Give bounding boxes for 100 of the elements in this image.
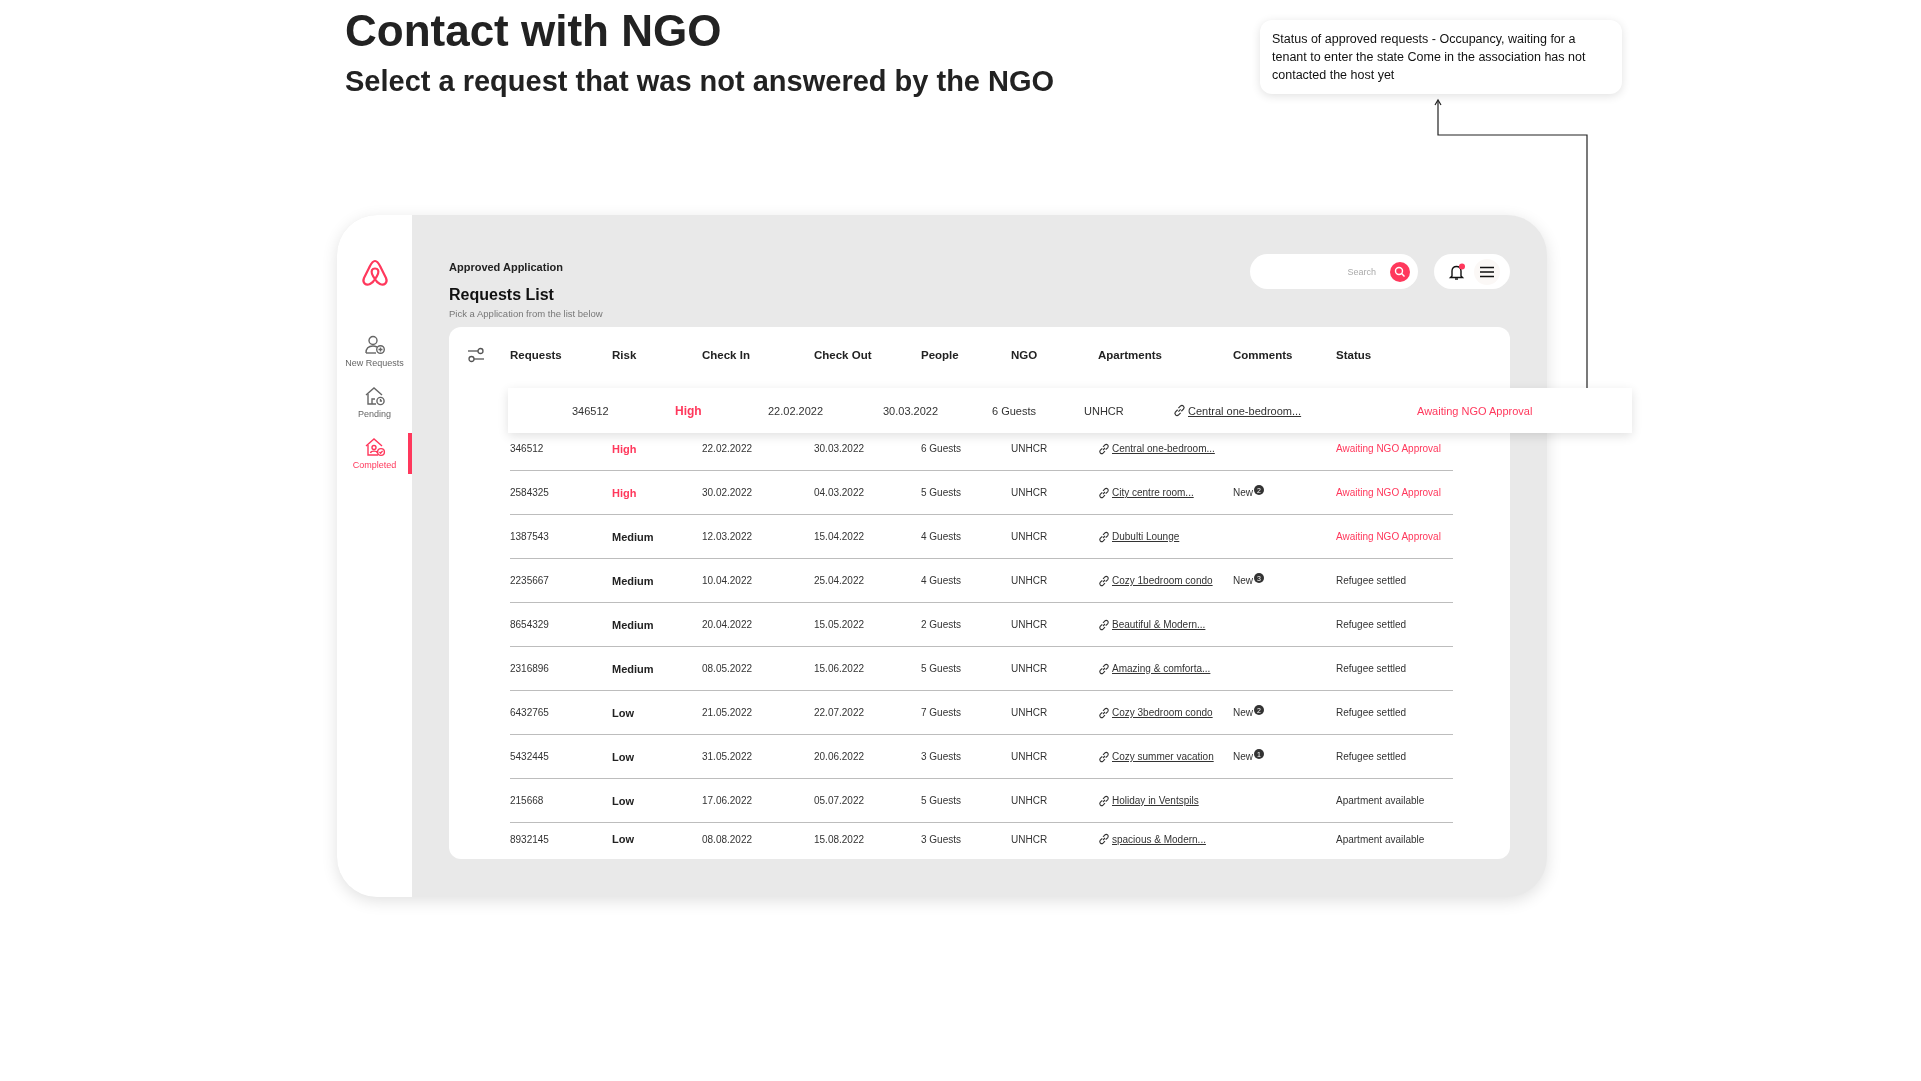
column-header[interactable]: People [921, 348, 1011, 361]
people-count: 5 Guests [921, 487, 962, 498]
ngo-name: UNHCR [1011, 663, 1048, 674]
apartment-link[interactable]: spacious & Modern... [1112, 833, 1206, 845]
apartment-link[interactable]: Cozy summer vacation [1112, 751, 1214, 762]
request-id: 2316896 [510, 663, 549, 674]
risk-level: High [612, 486, 637, 499]
link-icon [1098, 618, 1110, 631]
ngo-name: UNHCR [1011, 707, 1048, 718]
people-count: 5 Guests [921, 663, 962, 674]
check-out-date: 30.03.2022 [883, 404, 939, 417]
apartment-link[interactable]: Amazing & comforta... [1112, 663, 1211, 674]
request-status: Refugee settled [1336, 575, 1407, 586]
risk-level: Low [612, 750, 634, 763]
risk-level: Medium [612, 618, 654, 631]
people-count: 3 Guests [921, 751, 962, 762]
link-icon [1098, 662, 1110, 675]
risk-level: Low [612, 794, 634, 807]
apartment-link[interactable]: Central one-bedroom... [1112, 443, 1215, 454]
risk-level: High [612, 442, 637, 455]
ngo-name: UNHCR [1011, 487, 1048, 498]
ngo-name: UNHCR [1011, 751, 1048, 762]
people-count: 6 Guests [921, 443, 962, 454]
request-status: Apartment available [1336, 795, 1425, 806]
check-out-date: 15.06.2022 [814, 663, 865, 674]
house-user-icon [363, 437, 386, 457]
people-count: 4 Guests [921, 575, 962, 586]
check-out-date: 22.07.2022 [814, 707, 865, 718]
apartment-link[interactable]: Beautiful & Modern... [1112, 619, 1206, 630]
comment-label: New [1233, 751, 1253, 762]
request-id: 346512 [572, 404, 609, 417]
request-id: 8932145 [510, 833, 549, 845]
page-title: Contact with NGO [345, 6, 722, 56]
check-out-date: 15.08.2022 [814, 833, 865, 845]
check-out-date: 25.04.2022 [814, 575, 865, 586]
check-out-date: 15.05.2022 [814, 619, 865, 630]
column-header[interactable]: Status [1336, 348, 1453, 361]
check-in-date: 08.05.2022 [702, 663, 753, 674]
column-header[interactable]: NGO [1011, 348, 1098, 361]
column-header[interactable]: Check Out [814, 348, 921, 361]
request-id: 1387543 [510, 531, 549, 542]
check-out-date: 30.03.2022 [814, 443, 865, 454]
column-header[interactable]: Apartments [1098, 348, 1233, 361]
comment-label: New [1233, 707, 1253, 718]
apartment-link[interactable]: Dubulti Lounge [1112, 531, 1180, 542]
filter-icon[interactable] [467, 346, 485, 363]
link-icon [1098, 750, 1110, 763]
apartment-link[interactable]: Cozy 1bedroom condo [1112, 575, 1213, 586]
request-id: 2235667 [510, 575, 549, 586]
column-header[interactable]: Check In [702, 348, 814, 361]
risk-level: Medium [612, 530, 654, 543]
request-status: Awaiting NGO Approval [1336, 531, 1441, 542]
section-subtitle: Pick a Application from the list below [449, 308, 603, 319]
people-count: 5 Guests [921, 795, 962, 806]
check-in-date: 08.08.2022 [702, 833, 753, 845]
people-count: 2 Guests [921, 619, 962, 630]
check-out-date: 05.07.2022 [814, 795, 865, 806]
apartment-link[interactable]: City centre room... [1112, 487, 1194, 498]
risk-level: High [675, 403, 702, 418]
check-in-date: 22.02.2022 [702, 443, 753, 454]
apartment-link[interactable]: Central one-bedroom... [1188, 404, 1302, 417]
sidebar-item[interactable]: Completed [337, 433, 412, 474]
search-field[interactable]: Search [1250, 254, 1418, 289]
check-in-date: 12.03.2022 [702, 531, 753, 542]
apartment-link[interactable]: Cozy 3bedroom condo [1112, 707, 1213, 718]
check-in-date: 20.04.2022 [702, 619, 753, 630]
request-id: 215668 [510, 795, 544, 806]
risk-level: Low [612, 833, 634, 845]
request-id: 346512 [510, 443, 544, 454]
column-header[interactable]: Risk [612, 348, 702, 361]
menu-icon [1479, 265, 1495, 278]
column-header[interactable]: Requests [510, 348, 612, 361]
check-in-date: 31.05.2022 [702, 751, 753, 762]
check-out-date: 04.03.2022 [814, 487, 865, 498]
link-icon [1098, 574, 1110, 587]
check-in-date: 22.02.2022 [768, 404, 824, 417]
notification-bell-icon[interactable] [1448, 262, 1466, 281]
section-title: Requests List [449, 286, 555, 304]
sidebar-item[interactable]: Pending [337, 382, 412, 423]
ngo-name: UNHCR [1084, 404, 1124, 417]
ngo-name: UNHCR [1011, 833, 1048, 845]
link-icon [1173, 404, 1186, 417]
ngo-name: UNHCR [1011, 531, 1048, 542]
column-header[interactable]: Comments [1233, 348, 1336, 361]
user-add-icon [363, 335, 386, 355]
apartment-link[interactable]: Holiday in Ventspils [1112, 795, 1199, 806]
menu-button[interactable] [1474, 258, 1500, 285]
link-icon [1098, 794, 1110, 807]
link-icon [1098, 530, 1110, 543]
highlighted-row[interactable]: 346512 High 22.02.2022 30.03.2022 6 Guests UNHCR Central one-bedroom... Awaiting NGO Approval [508, 388, 1632, 433]
sidebar-item[interactable]: New Requests [337, 331, 412, 372]
annotation-note: Status of approved requests - Occupancy, waiting for a tenant to enter the state Come in the association has not contacted the host yet [1260, 20, 1622, 94]
request-status: Refugee settled [1336, 619, 1407, 630]
check-in-date: 17.06.2022 [702, 795, 753, 806]
request-status: Refugee settled [1336, 663, 1407, 674]
ngo-name: UNHCR [1011, 575, 1048, 586]
ngo-name: UNHCR [1011, 443, 1048, 454]
people-count: 4 Guests [921, 531, 962, 542]
request-status: Awaiting NGO Approval [1336, 443, 1441, 454]
check-in-date: 30.02.2022 [702, 487, 753, 498]
